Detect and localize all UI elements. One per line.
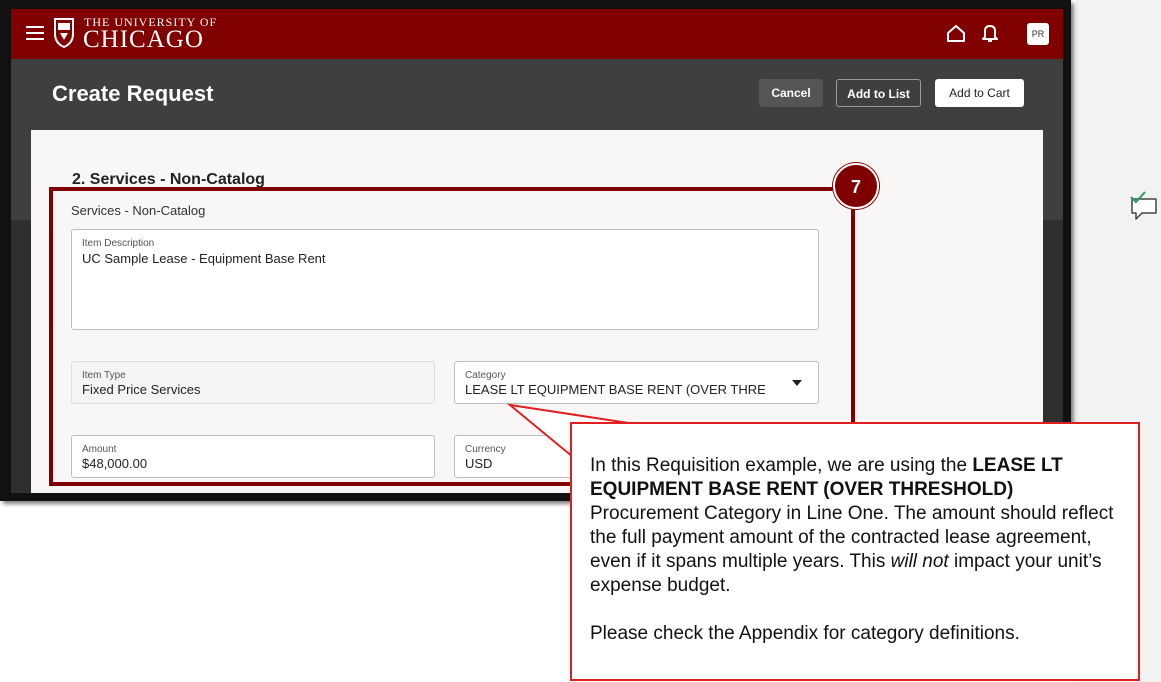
comment-check-icon[interactable] [1128, 191, 1160, 223]
menu-icon[interactable] [26, 26, 44, 40]
item-type-value: Fixed Price Services [82, 382, 201, 397]
item-type-field: Item Type Fixed Price Services [71, 361, 435, 404]
amount-label: Amount [82, 444, 117, 455]
category-select[interactable]: Category LEASE LT EQUIPMENT BASE RENT (O… [454, 361, 819, 404]
currency-value: USD [465, 456, 493, 471]
callout-appendix-note: Please check the Appendix for category d… [590, 623, 1020, 644]
amount-value: $48,000.00 [82, 456, 148, 471]
category-label: Category [465, 370, 506, 381]
currency-label: Currency [465, 444, 506, 455]
cancel-button[interactable]: Cancel [759, 79, 823, 107]
university-crest-icon [54, 18, 74, 48]
add-to-list-button[interactable]: Add to List [836, 79, 921, 107]
subsection-label: Services - Non-Catalog [71, 203, 206, 218]
item-description-label: Item Description [82, 238, 155, 249]
notification-bell-icon[interactable] [981, 23, 999, 43]
step-number-badge: 7 [833, 163, 879, 209]
amount-field[interactable]: Amount $48,000.00 [71, 435, 435, 478]
add-to-cart-button[interactable]: Add to Cart [935, 79, 1024, 107]
home-icon[interactable] [946, 24, 966, 43]
category-value: LEASE LT EQUIPMENT BASE RENT (OVER THRES… [465, 382, 765, 397]
top-navigation-bar: THE UNIVERSITY OF CHICAGO PR [11, 9, 1063, 59]
callout-box: In this Requisition example, we are usin… [570, 422, 1140, 681]
user-avatar[interactable]: PR [1027, 23, 1049, 45]
item-description-value: UC Sample Lease - Equipment Base Rent [82, 251, 326, 266]
logo-line-2: CHICAGO [83, 26, 204, 53]
item-type-label: Item Type [82, 370, 126, 381]
page-title: Create Request [52, 81, 214, 106]
callout-text: In this Requisition example, we are usin… [590, 455, 1114, 596]
item-description-field[interactable]: Item Description UC Sample Lease - Equip… [71, 229, 819, 330]
chevron-down-icon[interactable] [792, 380, 802, 386]
